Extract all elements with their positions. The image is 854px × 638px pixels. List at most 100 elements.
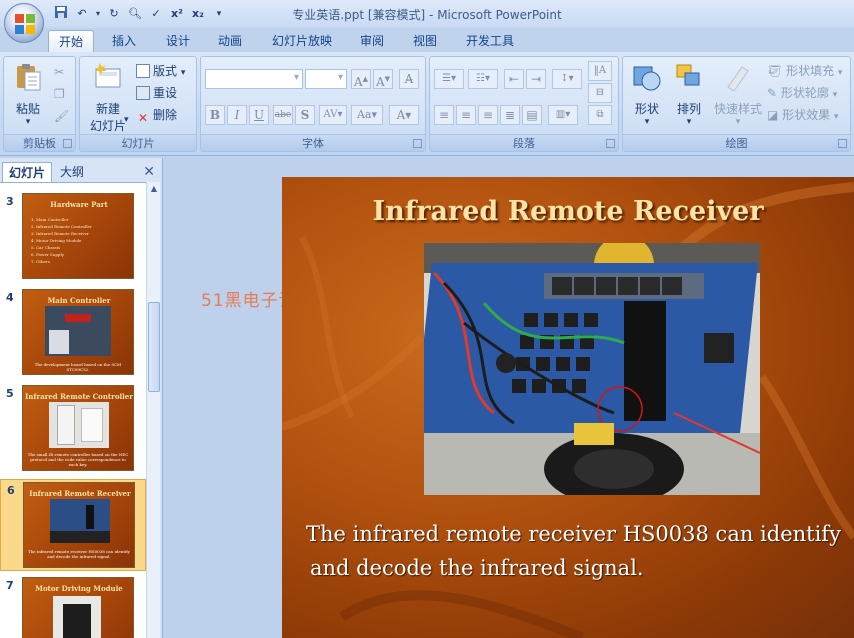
bullets-icon[interactable]: ☰▾ <box>434 69 464 89</box>
shape-fill-button[interactable]: 🪣︎ 形状填充 ▾ <box>767 62 842 80</box>
line-spacing-icon[interactable]: ↕▾ <box>552 69 582 89</box>
delete-button[interactable]: ✕ 删除 <box>136 106 177 125</box>
numbering-icon[interactable]: ☷▾ <box>468 69 498 89</box>
slide-thumbnail-5[interactable]: 5 Infrared Remote Controller The small I… <box>0 383 146 475</box>
thumb-line: 7. Others <box>31 259 50 264</box>
quick-styles-dropdown-icon: ▾ <box>735 117 741 127</box>
slide-photo[interactable] <box>424 243 760 495</box>
tab-developer[interactable]: 开发工具 <box>456 30 524 52</box>
slides-panel: 幻灯片 大纲 ✕ 3 Hardware Part 1. Main Control… <box>0 158 163 638</box>
smartart-icon[interactable]: ⧉ <box>588 105 612 125</box>
tab-view[interactable]: 视图 <box>403 30 447 52</box>
slides-group-label: 幻灯片 <box>80 134 196 151</box>
align-left-icon[interactable]: ≡ <box>434 105 454 125</box>
clipboard-launcher[interactable] <box>63 139 72 148</box>
arrange-button[interactable]: 排列 ▾ <box>669 61 709 127</box>
current-slide[interactable]: Infrared Remote Receiver The infrared re… <box>282 177 854 638</box>
drawing-group-label: 绘图 <box>623 134 850 151</box>
underline-icon[interactable]: U <box>249 105 269 125</box>
paste-label: 粘贴 <box>15 102 40 116</box>
thumb-line: 4. Motor Driving Module <box>31 238 82 243</box>
italic-icon[interactable]: I <box>227 105 247 125</box>
slide-thumbnail-6[interactable]: 6 Infrared Remote Receiver The infrared … <box>0 479 146 571</box>
text-direction-icon[interactable]: ‖A <box>588 61 612 81</box>
cut-icon[interactable]: ✂ <box>54 63 64 81</box>
close-icon[interactable]: ✕ <box>143 164 155 180</box>
tab-home[interactable]: 开始 <box>48 30 95 52</box>
bold-icon[interactable]: B <box>205 105 225 125</box>
char-spacing-icon[interactable]: AV▾ <box>319 105 347 125</box>
strikethrough-icon[interactable]: abe <box>273 105 293 125</box>
shapes-button[interactable]: 形状 ▾ <box>627 61 667 127</box>
reset-button[interactable]: 重设 <box>136 84 177 102</box>
font-color-icon[interactable]: A▾ <box>389 105 419 125</box>
drawing-launcher[interactable] <box>838 139 847 148</box>
text-shadow-icon[interactable]: S <box>295 105 315 125</box>
shape-outline-button[interactable]: ✎ 形状轮廓 ▾ <box>767 84 837 102</box>
slides-group: 新建 幻灯片 ▾ 版式 ▾ 重设 ✕ 删除 幻灯片 <box>79 56 197 152</box>
shape-effects-icon: ◪ <box>767 108 779 122</box>
paste-button[interactable]: 粘贴 ▾ <box>8 61 48 127</box>
tab-outline[interactable]: 大纲 <box>54 162 90 182</box>
drawing-group: 形状 ▾ 排列 ▾ 快速样式 ▾ 🪣︎ 形状填充 ▾ ✎ 形状轮廓 ▾ ◪ 形状… <box>622 56 851 152</box>
font-launcher[interactable] <box>413 139 422 148</box>
tab-animations[interactable]: 动画 <box>208 30 252 52</box>
copy-icon[interactable]: ❐ <box>54 85 65 103</box>
grow-font-icon[interactable]: A▲ <box>351 69 371 89</box>
shrink-font-icon[interactable]: A▼ <box>373 69 393 89</box>
slide-thumbnail-3[interactable]: 3 Hardware Part 1. Main Controller 2. In… <box>0 191 146 283</box>
distributed-icon[interactable]: ▤ <box>522 105 542 125</box>
columns-icon[interactable]: ▥▾ <box>548 105 578 125</box>
quick-styles-button[interactable]: 快速样式 ▾ <box>711 61 765 127</box>
thumb-photo <box>45 306 111 356</box>
justify-icon[interactable]: ≣ <box>500 105 520 125</box>
slide-number: 3 <box>6 195 14 208</box>
thumb-photo <box>49 402 109 448</box>
new-slide-icon <box>95 63 121 88</box>
thumbnails-scrollbar[interactable]: ▲ <box>146 182 160 638</box>
layout-button[interactable]: 版式 ▾ <box>136 62 185 80</box>
paste-icon <box>17 64 41 91</box>
thumb-title: Main Controller <box>47 296 111 305</box>
tab-insert[interactable]: 插入 <box>102 30 146 52</box>
title-bar: ↶ ▾ ↻ 🔍︎ ✓ x² x₂ ▾ 专业英语.ppt [兼容模式] - Mic… <box>0 0 854 43</box>
slide-preview: Main Controller The development board ba… <box>22 289 134 375</box>
paragraph-launcher[interactable] <box>606 139 615 148</box>
thumb-photo <box>53 596 101 638</box>
circuit-board-photo <box>424 243 760 495</box>
slide-title[interactable]: Infrared Remote Receiver <box>282 196 854 227</box>
tab-design[interactable]: 设计 <box>156 30 200 52</box>
paste-dropdown-icon: ▾ <box>25 117 31 127</box>
slide-body-text[interactable]: The infrared remote receiver HS0038 can … <box>306 517 854 585</box>
font-group-label: 字体 <box>201 134 425 151</box>
tab-slides[interactable]: 幻灯片 <box>2 162 53 182</box>
change-case-icon[interactable]: Aa▾ <box>351 105 383 125</box>
format-painter-icon[interactable]: 🖌︎ <box>54 107 69 125</box>
slide-number: 5 <box>6 387 14 400</box>
slide-thumbnail-7[interactable]: 7 Motor Driving Module <box>0 575 146 638</box>
scrollbar-thumb[interactable] <box>148 302 160 392</box>
slide-thumbnail-4[interactable]: 4 Main Controller The development board … <box>0 287 146 379</box>
increase-indent-icon[interactable]: ⇥ <box>526 69 546 89</box>
font-size-combo[interactable] <box>305 69 347 89</box>
align-text-icon[interactable]: ⊟ <box>588 83 612 103</box>
scroll-up-icon[interactable]: ▲ <box>148 182 160 196</box>
thumb-line: 6. Power Supply <box>31 252 64 257</box>
font-name-combo[interactable] <box>205 69 303 89</box>
office-button[interactable] <box>4 3 44 43</box>
thumb-line: 1. Main Controller <box>31 217 69 222</box>
thumb-line: 5. Car Chassis <box>31 245 61 250</box>
slide-number: 6 <box>7 484 15 497</box>
shape-effects-button[interactable]: ◪ 形状效果 ▾ <box>767 106 839 124</box>
slide-number: 7 <box>6 579 14 592</box>
decrease-indent-icon[interactable]: ⇤ <box>504 69 524 89</box>
thumb-title: Infrared Remote Receiver <box>29 489 131 498</box>
clear-format-icon[interactable]: A̶ <box>399 69 419 89</box>
align-center-icon[interactable]: ≡ <box>456 105 476 125</box>
tab-slide-show[interactable]: 幻灯片放映 <box>262 30 342 52</box>
align-right-icon[interactable]: ≡ <box>478 105 498 125</box>
slide-preview: Hardware Part 1. Main Controller 2. Infr… <box>22 193 134 279</box>
thumb-title: Hardware Part <box>50 200 108 209</box>
delete-icon: ✕ <box>137 111 149 125</box>
tab-review[interactable]: 审阅 <box>350 30 394 52</box>
